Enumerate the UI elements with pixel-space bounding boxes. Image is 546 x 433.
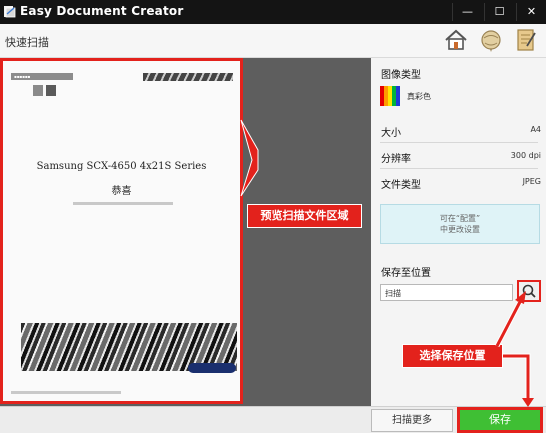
divider: [380, 142, 538, 143]
doc-thumbnail: [33, 85, 43, 96]
preview-callout: 预览扫描文件区域: [247, 204, 362, 228]
preview-workspace: ▪▪▪▪▪▪ Samsung SCX-4650 4x21S Series 恭喜 …: [0, 58, 371, 406]
mode-label: 快速扫描: [5, 36, 49, 49]
save-location-callout: 选择保存位置: [402, 344, 503, 368]
window-title: Easy Document Creator: [20, 4, 184, 18]
doc-title: Samsung SCX-4650 4x21S Series: [36, 161, 207, 172]
title-bar: Easy Document Creator — ☐ ✕: [0, 0, 546, 24]
toolbar: 快速扫描: [0, 24, 546, 58]
close-button[interactable]: ✕: [516, 3, 546, 21]
divider: [380, 168, 538, 169]
settings-hint-line: 中更改设置: [440, 225, 480, 234]
save-location-field[interactable]: 扫描: [380, 284, 513, 301]
file-type-value: JPEG: [522, 177, 541, 186]
help-globe-icon[interactable]: [478, 27, 504, 53]
document-icon[interactable]: [513, 27, 539, 53]
size-value: A4: [530, 125, 541, 134]
doc-subtitle: 恭喜: [111, 186, 132, 197]
app-logo-icon: [4, 6, 16, 18]
scan-preview[interactable]: ▪▪▪▪▪▪ Samsung SCX-4650 4x21S Series 恭喜: [0, 58, 243, 404]
save-location-label: 保存至位置: [381, 268, 431, 279]
doc-thumbnail: [46, 85, 56, 96]
search-icon: [522, 284, 536, 298]
color-mode-icon: [380, 86, 400, 106]
save-button[interactable]: 保存: [457, 407, 543, 433]
maximize-button[interactable]: ☐: [484, 3, 514, 21]
file-type-label: 文件类型: [381, 180, 421, 191]
doc-header-stripes: [143, 73, 233, 81]
image-type-label: 图像类型: [381, 70, 421, 81]
doc-fineprint: [73, 202, 173, 205]
resolution-value: 300 dpi: [510, 151, 541, 160]
resolution-label: 分辨率: [381, 154, 411, 165]
browse-location-button[interactable]: [517, 280, 541, 302]
size-label: 大小: [381, 128, 401, 139]
home-icon[interactable]: [443, 27, 469, 53]
image-type-value: 真彩色: [407, 92, 431, 101]
doc-footer-text: [11, 391, 121, 394]
doc-header-logo: ▪▪▪▪▪▪: [11, 73, 73, 80]
settings-hint-line: 可在“配置”: [439, 214, 481, 223]
doc-brand-logo: [188, 363, 236, 373]
settings-hint-box: 可在“配置” 中更改设置: [380, 204, 540, 244]
scan-more-button[interactable]: 扫描更多: [371, 409, 453, 432]
minimize-button[interactable]: —: [452, 3, 482, 21]
